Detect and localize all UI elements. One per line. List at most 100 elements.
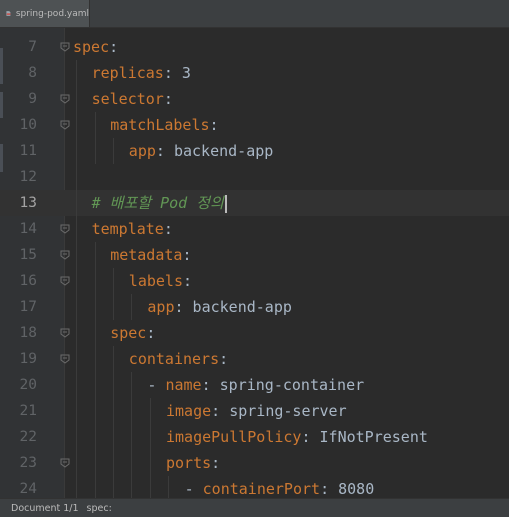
line-number: 11	[19, 143, 37, 159]
breadcrumb[interactable]: spec:	[87, 503, 112, 514]
yaml-value: 3	[172, 64, 191, 82]
code-text: selector:	[92, 86, 173, 112]
yaml-key: containerPort	[202, 480, 321, 498]
indent-guide	[131, 294, 132, 320]
yaml-value: IfNotPresent	[310, 428, 428, 446]
yaml-key: ports	[166, 454, 212, 472]
line-number: 10	[19, 117, 37, 133]
code-text: image: spring-server	[166, 398, 347, 424]
line-number: 16	[19, 273, 37, 289]
key-separator: :	[320, 480, 330, 498]
code-text: ports:	[166, 450, 220, 476]
key-separator: :	[211, 402, 221, 420]
code-line[interactable]: 7 spec:	[0, 34, 509, 60]
indent-guide	[95, 112, 96, 164]
yaml-value: 8080	[329, 480, 375, 498]
key-separator: :	[209, 116, 219, 134]
code-text: labels:	[129, 268, 192, 294]
key-separator: :	[174, 298, 184, 316]
list-dash: -	[147, 376, 166, 394]
key-separator: :	[163, 90, 173, 108]
code-text: matchLabels:	[110, 112, 218, 138]
yaml-key: metadata	[110, 246, 183, 264]
yaml-key: app	[128, 142, 156, 160]
key-separator: :	[219, 350, 229, 368]
line-number: 21	[19, 403, 37, 419]
status-bar: Document 1/1 spec:	[0, 498, 509, 517]
key-separator: :	[163, 64, 173, 82]
yaml-key: app	[147, 298, 175, 316]
yaml-key: matchLabels	[110, 116, 210, 134]
yaml-value: backend-app	[183, 298, 292, 316]
change-marker	[0, 144, 3, 172]
key-separator: :	[155, 142, 165, 160]
document-position: Document 1/1	[11, 502, 79, 514]
key-separator: :	[163, 220, 173, 238]
line-number: 19	[19, 351, 37, 367]
fold-open-icon[interactable]	[60, 94, 70, 104]
code-text: metadata:	[110, 242, 191, 268]
code-text: - name: spring-container	[147, 372, 364, 398]
line-number: 23	[19, 455, 37, 471]
key-separator: :	[146, 324, 156, 342]
yaml-key: selector	[91, 90, 164, 108]
line-number: 8	[28, 65, 37, 81]
key-separator: :	[182, 246, 192, 264]
yaml-file-icon	[6, 11, 11, 16]
line-number: 17	[19, 299, 37, 315]
key-separator: :	[201, 376, 211, 394]
fold-open-icon[interactable]	[60, 328, 70, 338]
file-tab[interactable]: spring-pod.yaml	[0, 0, 90, 27]
code-text: replicas: 3	[92, 60, 191, 86]
yaml-key: imagePullPolicy	[166, 428, 302, 446]
yaml-value: backend-app	[164, 142, 274, 160]
yaml-key: image	[166, 402, 212, 420]
line-number: 22	[19, 429, 37, 445]
change-marker	[0, 48, 3, 84]
code-text: # 배포할 Pod 정의	[92, 190, 227, 216]
line-number: 14	[19, 221, 37, 237]
fold-open-icon[interactable]	[60, 354, 70, 364]
fold-open-icon[interactable]	[60, 42, 70, 52]
yaml-value: spring-container	[210, 376, 365, 394]
key-separator: :	[301, 428, 311, 446]
comment-text: # 배포할 Pod 정의	[91, 194, 224, 212]
line-number: 20	[19, 377, 37, 393]
line-number: 7	[28, 39, 37, 55]
yaml-value: spring-server	[220, 402, 347, 420]
code-text: spec:	[73, 34, 118, 60]
yaml-key: labels	[128, 272, 183, 290]
yaml-key: template	[91, 220, 164, 238]
yaml-key: spec	[73, 38, 110, 56]
code-text: imagePullPolicy: IfNotPresent	[166, 424, 428, 450]
yaml-key: spec	[110, 324, 147, 342]
indent-guide	[113, 346, 114, 502]
indent-guide	[113, 138, 114, 164]
code-text: containers:	[129, 346, 228, 372]
text-caret	[224, 194, 227, 213]
indent-guide	[76, 60, 77, 502]
line-number: 9	[28, 91, 37, 107]
code-text: app: backend-app	[147, 294, 292, 320]
code-text: template:	[92, 216, 173, 242]
indent-guide	[95, 242, 96, 502]
yaml-key: replicas	[91, 64, 164, 82]
fold-open-icon[interactable]	[60, 458, 70, 468]
editor-tab-bar: spring-pod.yaml	[0, 0, 509, 28]
key-separator: :	[109, 38, 119, 56]
fold-open-icon[interactable]	[60, 224, 70, 234]
line-number: 18	[19, 325, 37, 341]
line-number: 13	[19, 195, 37, 211]
key-separator: :	[211, 454, 221, 472]
indent-guide	[150, 398, 151, 502]
fold-open-icon[interactable]	[60, 120, 70, 130]
fold-open-icon[interactable]	[60, 250, 70, 260]
code-text: app: backend-app	[129, 138, 274, 164]
change-marker	[0, 92, 3, 118]
line-number: 12	[19, 169, 37, 185]
file-tab-label: spring-pod.yaml	[15, 8, 89, 19]
indent-guide	[113, 268, 114, 320]
yaml-key: name	[165, 376, 202, 394]
list-dash: -	[184, 480, 203, 498]
fold-open-icon[interactable]	[60, 276, 70, 286]
